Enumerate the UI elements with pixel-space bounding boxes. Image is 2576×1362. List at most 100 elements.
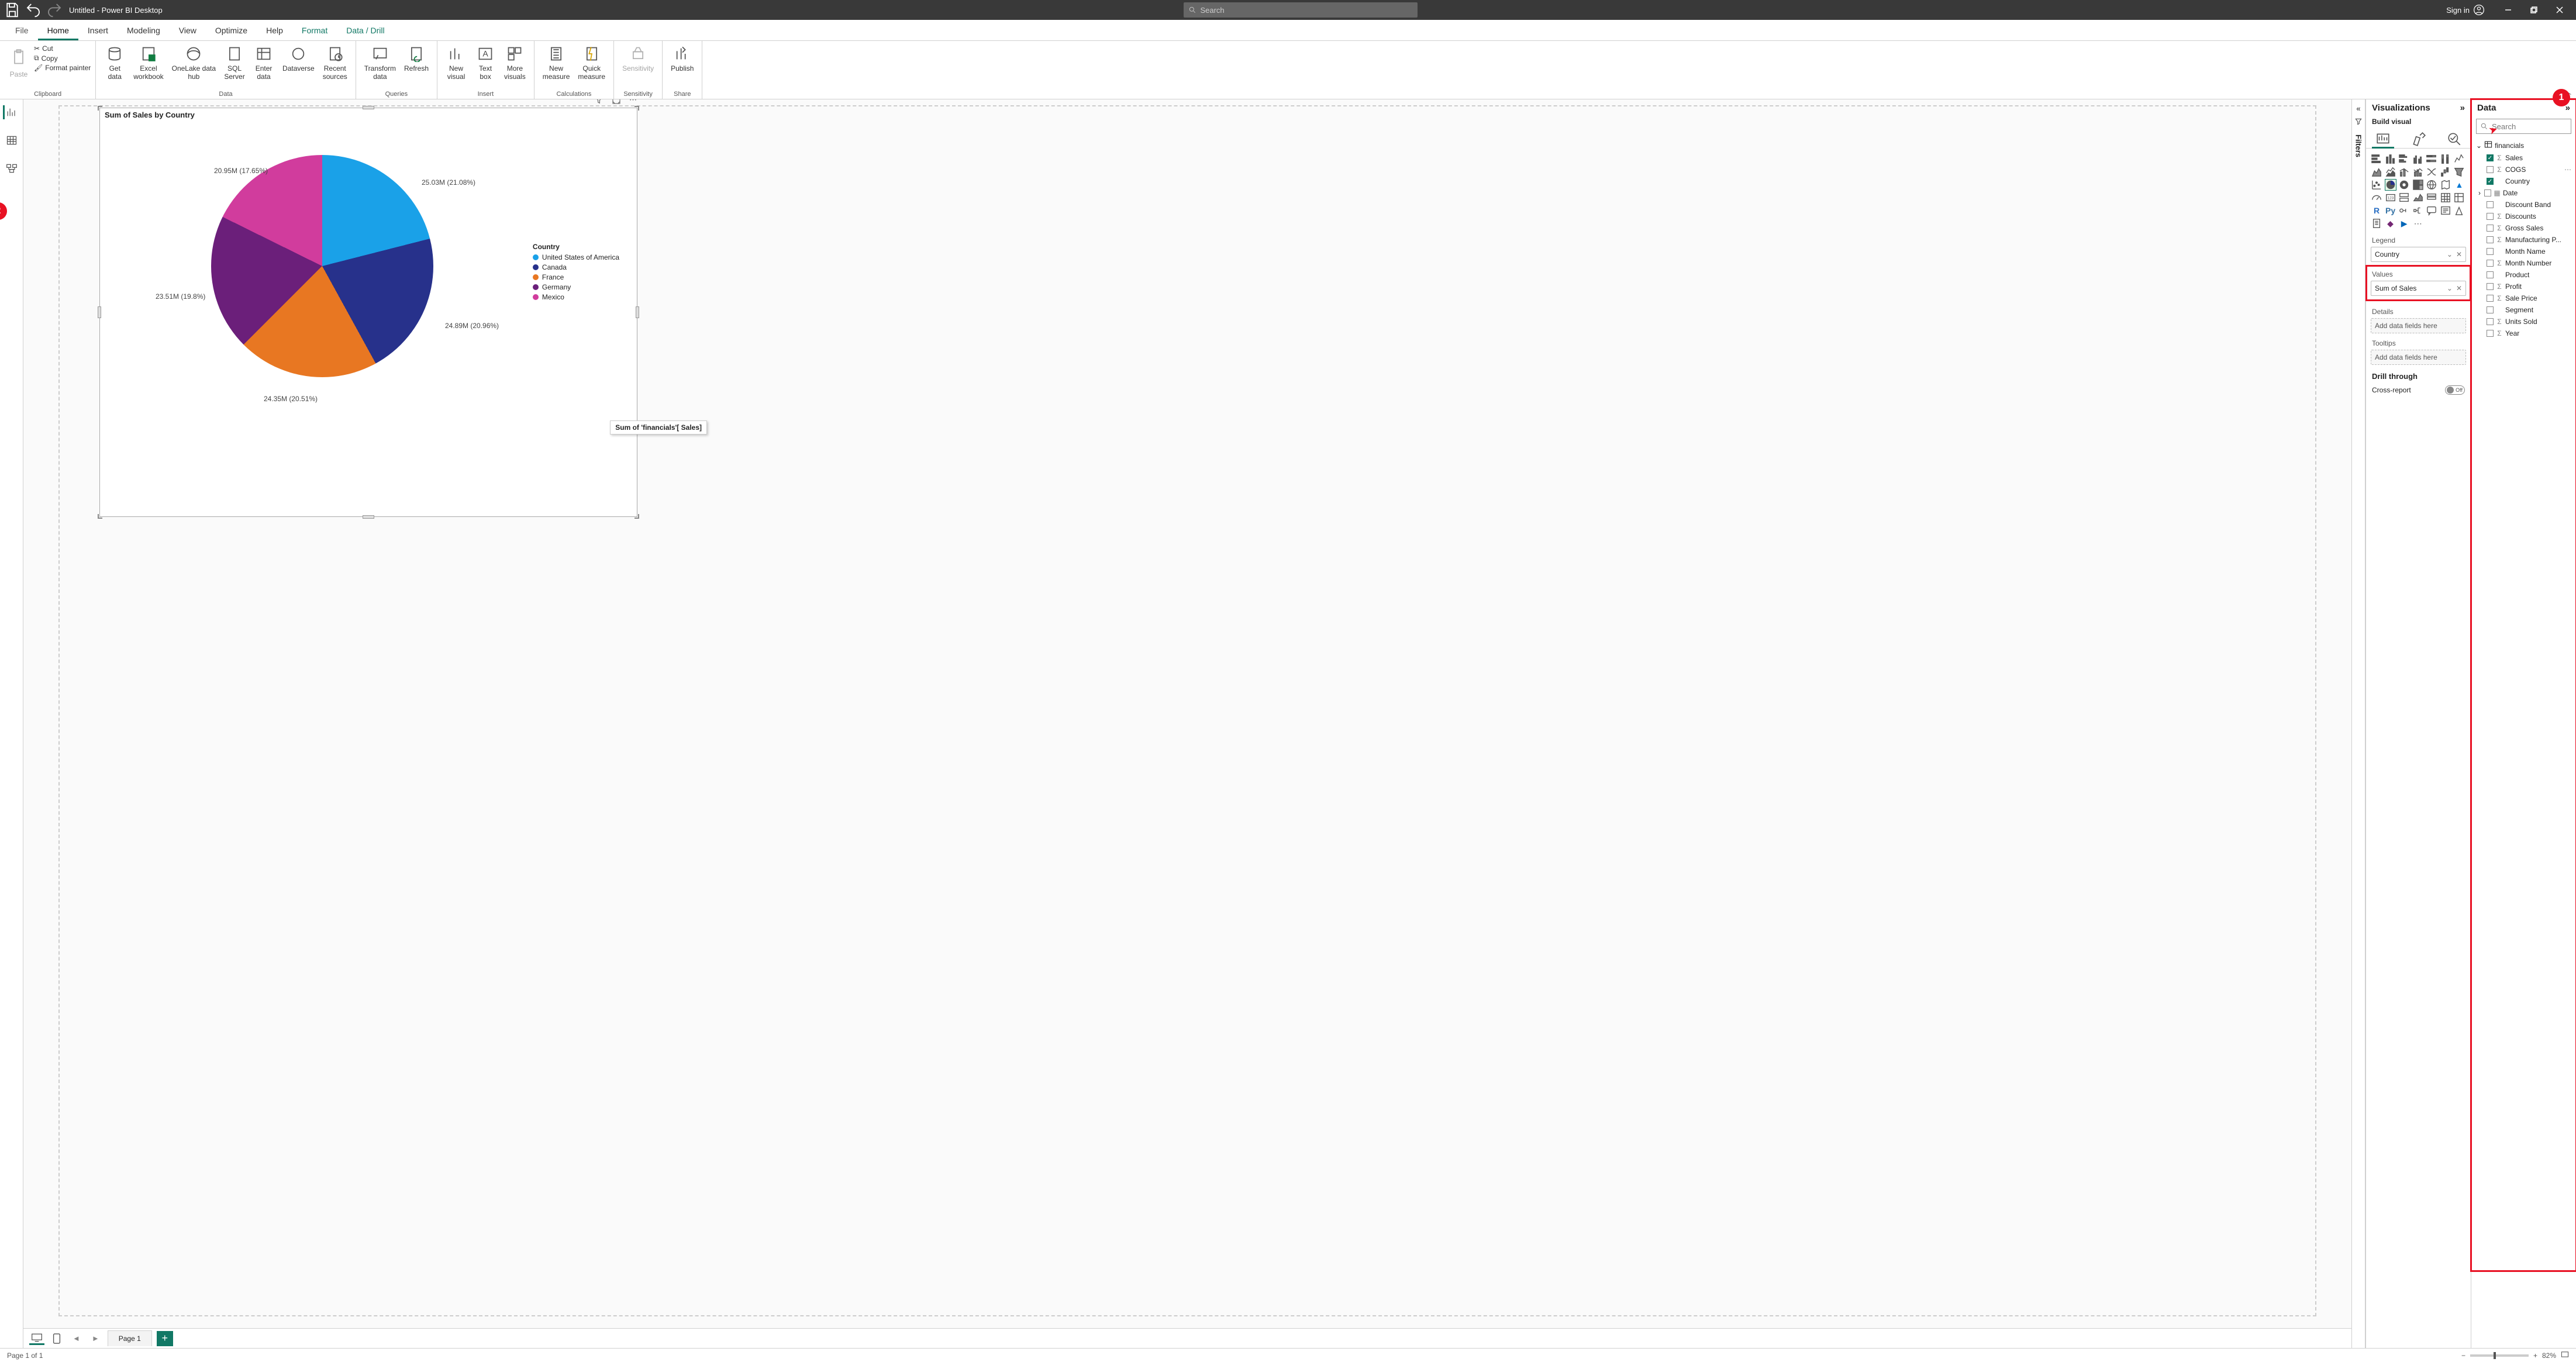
zoom-slider[interactable] — [2470, 1354, 2529, 1357]
copy-button[interactable]: ⧉Copy — [34, 54, 91, 63]
onelake-button[interactable]: OneLake data hub — [168, 43, 219, 82]
visual-more-icon[interactable]: ⋯ — [629, 99, 637, 106]
field-sales[interactable]: ✓ΣSales — [2474, 152, 2574, 164]
build-mode-icon[interactable] — [2374, 130, 2392, 148]
field-discounts[interactable]: ΣDiscounts — [2474, 211, 2574, 222]
viz-decomp[interactable] — [2412, 205, 2424, 216]
field-checkbox[interactable] — [2487, 201, 2494, 208]
tab-format[interactable]: Format — [292, 21, 337, 40]
format-mode-icon[interactable] — [2410, 130, 2427, 148]
field-profit[interactable]: ΣProfit — [2474, 281, 2574, 292]
new-measure-button[interactable]: New measure — [539, 43, 574, 82]
viz-100-col[interactable] — [2440, 153, 2451, 165]
page-tab-1[interactable]: Page 1 — [108, 1330, 152, 1346]
collapse-viz-icon[interactable]: » — [2460, 103, 2465, 113]
viz-more[interactable]: ⋯ — [2412, 218, 2424, 229]
viz-waterfall[interactable] — [2440, 166, 2451, 178]
viz-py[interactable]: Py — [2385, 205, 2396, 216]
tab-optimize[interactable]: Optimize — [206, 21, 257, 40]
viz-r[interactable]: R — [2371, 205, 2382, 216]
get-data-button[interactable]: Get data — [101, 43, 129, 82]
viz-clustered-bar[interactable] — [2398, 153, 2410, 165]
tab-datadrill[interactable]: Data / Drill — [337, 21, 394, 40]
viz-line-col2[interactable] — [2412, 166, 2424, 178]
field-year[interactable]: ΣYear — [2474, 327, 2574, 339]
tab-file[interactable]: File — [6, 21, 38, 40]
field-checkbox[interactable] — [2487, 318, 2494, 325]
field-checkbox[interactable] — [2487, 248, 2494, 255]
viz-treemap[interactable] — [2412, 179, 2424, 191]
close-icon[interactable] — [2547, 0, 2572, 20]
new-visual-button[interactable]: New visual — [442, 43, 470, 82]
viz-azure-map[interactable]: ▲ — [2453, 179, 2465, 191]
viz-stacked-bar[interactable] — [2371, 153, 2382, 165]
zoom-out-icon[interactable]: − — [2461, 1351, 2465, 1360]
field-checkbox[interactable] — [2487, 225, 2494, 232]
mobile-layout-icon[interactable] — [49, 1332, 64, 1345]
field-date[interactable]: ›▦Date — [2474, 187, 2574, 199]
expand-filters-icon[interactable]: « — [2356, 104, 2360, 113]
field-manufacturing-p-[interactable]: ΣManufacturing P... — [2474, 234, 2574, 246]
viz-ribbon[interactable] — [2426, 166, 2437, 178]
viz-pie[interactable] — [2385, 179, 2396, 191]
maximize-icon[interactable] — [2521, 0, 2547, 20]
refresh-button[interactable]: Refresh — [401, 43, 432, 74]
viz-qna[interactable] — [2426, 205, 2437, 216]
desktop-layout-icon[interactable] — [29, 1332, 44, 1345]
remove-field-icon[interactable]: ✕ — [2456, 284, 2462, 292]
field-checkbox[interactable] — [2484, 189, 2491, 196]
minimize-icon[interactable] — [2495, 0, 2521, 20]
model-view-icon[interactable] — [5, 161, 19, 175]
field-month-number[interactable]: ΣMonth Number — [2474, 257, 2574, 269]
field-checkbox[interactable]: ✓ — [2487, 178, 2494, 185]
viz-paginated[interactable] — [2371, 218, 2382, 229]
field-checkbox[interactable] — [2487, 295, 2494, 302]
field-gross-sales[interactable]: ΣGross Sales — [2474, 222, 2574, 234]
field-cogs[interactable]: ΣCOGS⋯ — [2474, 164, 2574, 175]
tab-modeling[interactable]: Modeling — [118, 21, 170, 40]
cross-report-toggle[interactable]: Off — [2445, 385, 2465, 395]
viz-narrative[interactable] — [2440, 205, 2451, 216]
prev-page-icon[interactable]: ◄ — [69, 1334, 84, 1343]
viz-key-influencers[interactable] — [2398, 205, 2410, 216]
textbox-button[interactable]: AText box — [471, 43, 499, 82]
remove-field-icon[interactable]: ✕ — [2456, 250, 2462, 258]
cut-button[interactable]: ✂Cut — [34, 44, 91, 53]
field-checkbox[interactable] — [2487, 271, 2494, 278]
viz-funnel[interactable] — [2453, 166, 2465, 178]
focus-mode-icon[interactable] — [612, 99, 621, 106]
add-page-button[interactable]: + — [157, 1331, 173, 1346]
recent-button[interactable]: Recent sources — [319, 43, 351, 82]
field-units-sold[interactable]: ΣUnits Sold — [2474, 316, 2574, 327]
field-discount-band[interactable]: Discount Band — [2474, 199, 2574, 211]
field-checkbox[interactable]: ✓ — [2487, 154, 2494, 161]
tab-insert[interactable]: Insert — [78, 21, 118, 40]
values-field-well[interactable]: Sum of Sales⌄✕ — [2371, 281, 2466, 296]
field-month-name[interactable]: Month Name — [2474, 246, 2574, 257]
fit-page-icon[interactable] — [2561, 1350, 2569, 1360]
field-country[interactable]: ✓Country — [2474, 175, 2574, 187]
field-product[interactable]: Product — [2474, 269, 2574, 281]
viz-area[interactable] — [2371, 166, 2382, 178]
save-icon[interactable] — [4, 1, 21, 19]
chevron-right-icon[interactable]: › — [2478, 189, 2481, 197]
analytics-mode-icon[interactable] — [2446, 130, 2463, 148]
sign-in-button[interactable]: Sign in — [2439, 4, 2492, 16]
tab-view[interactable]: View — [170, 21, 206, 40]
viz-line[interactable] — [2453, 153, 2465, 165]
undo-icon[interactable] — [25, 1, 42, 19]
viz-stacked-col[interactable] — [2385, 153, 2396, 165]
viz-powerapps[interactable]: ◆ — [2385, 218, 2396, 229]
pie-visual[interactable]: ⋯ Sum of Sales by Country 25.03M (21.08%… — [99, 108, 637, 517]
field-checkbox[interactable] — [2487, 260, 2494, 267]
filters-pane-collapsed[interactable]: « Filters — [2351, 99, 2365, 1348]
quick-measure-button[interactable]: Quick measure — [574, 43, 609, 82]
publish-button[interactable]: Publish — [667, 43, 697, 74]
table-view-icon[interactable] — [5, 133, 19, 147]
viz-scatter[interactable] — [2371, 179, 2382, 191]
format-painter-button[interactable]: 🖌Format painter — [34, 64, 91, 72]
chevron-down-icon[interactable]: ⌄ — [2476, 142, 2482, 150]
sensitivity-button[interactable]: Sensitivity — [619, 43, 657, 74]
field-segment[interactable]: Segment — [2474, 304, 2574, 316]
viz-line-col[interactable] — [2398, 166, 2410, 178]
